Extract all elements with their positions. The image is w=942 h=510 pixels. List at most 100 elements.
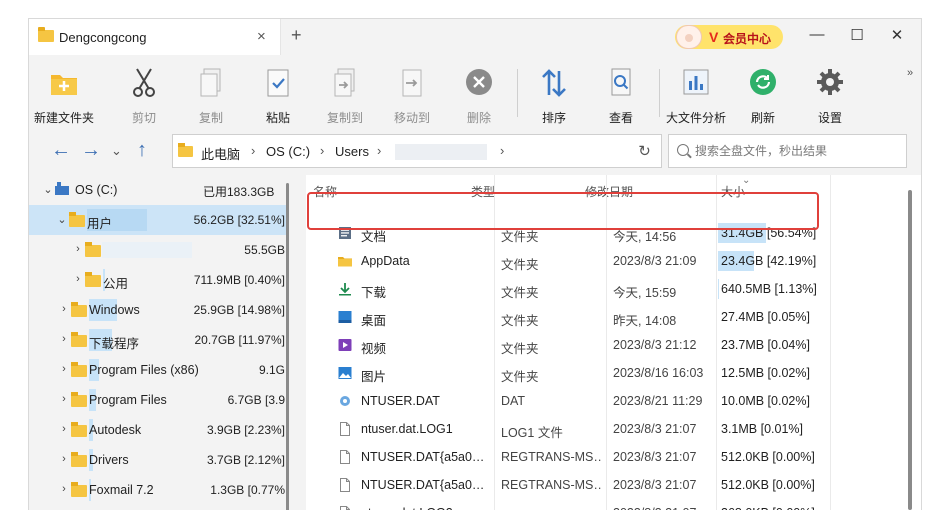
back-arrow-icon[interactable]: ← — [51, 139, 71, 162]
tree-scrollbar[interactable] — [286, 183, 289, 510]
settings-button[interactable]: 设置 — [797, 67, 863, 125]
tree-item[interactable]: › Foxmail 7.2 1.3GB [0.77% — [29, 475, 289, 505]
minimize-button[interactable]: — — [807, 26, 827, 43]
breadcrumb-this-pc[interactable]: 此电脑 — [201, 144, 240, 163]
table-row[interactable]: NTUSER.DAT{a5a0… REGTRANS-MS… 2023/8/3 21:… — [306, 471, 906, 499]
tree-item[interactable]: › Autodesk 3.9GB [2.23%] — [29, 415, 289, 445]
paste-button[interactable]: 粘贴 — [245, 67, 311, 125]
table-row[interactable]: 下载 文件夹 今天, 15:59 640.5MB [1.13%] — [306, 275, 906, 303]
tree-item-label: 下载程序 — [89, 337, 140, 351]
table-row[interactable]: 视频 文件夹 2023/8/3 21:12 23.7MB [0.04%] — [306, 331, 906, 359]
breadcrumb-user-redacted[interactable] — [395, 144, 487, 160]
tree-item-size: 25.9GB [14.98%] — [193, 303, 285, 317]
tree-item-label: OS (C:) — [75, 183, 118, 197]
tab-close-button[interactable]: × — [257, 28, 266, 45]
tree-item-label: Autodesk — [89, 423, 142, 437]
folder-icon — [71, 362, 87, 377]
chevron-right-icon[interactable]: › — [59, 423, 69, 435]
chevron-down-icon[interactable]: ⌄ — [111, 143, 122, 159]
new-folder-button[interactable]: 新建文件夹 — [31, 67, 97, 125]
tree-item[interactable]: › Drivers 3.7GB [2.12%] — [29, 445, 289, 475]
toolbar-label: 刷新 — [750, 111, 775, 125]
file-type: 文件夹 — [501, 258, 539, 272]
chevron-right-icon[interactable]: › — [59, 333, 69, 345]
move-to-button[interactable]: 移动到 — [379, 67, 445, 125]
breadcrumb-users[interactable]: Users — [335, 144, 369, 159]
refresh-icon — [750, 69, 776, 95]
search-input[interactable] — [695, 142, 900, 160]
table-row[interactable]: NTUSER.DAT DAT 2023/8/21 11:29 10.0MB [0.02… — [306, 387, 906, 415]
breadcrumb-separator[interactable]: › — [251, 143, 255, 158]
tab-dengcongcong[interactable]: Dengcongcong × — [29, 19, 281, 55]
chevron-right-icon[interactable]: › — [59, 393, 69, 405]
close-window-button[interactable]: ✕ — [887, 26, 907, 44]
table-row[interactable]: AppData 文件夹 2023/8/3 21:09 23.4GB [42.19%] — [306, 247, 906, 275]
tree-item[interactable]: › 公用 711.9MB [0.40%] — [29, 265, 289, 295]
cut-button[interactable]: 剪切 — [111, 67, 177, 125]
vip-center-button[interactable]: V 会员中心 — [675, 25, 783, 49]
table-row[interactable]: ntuser.dat.LOG2 LOG2 文件 2023/8/3 21:07 368.… — [306, 499, 906, 510]
tree-item[interactable]: › Windows 25.9GB [14.98%] — [29, 295, 289, 325]
delete-button[interactable]: 删除 — [446, 67, 512, 125]
chevron-right-icon[interactable]: › — [59, 363, 69, 375]
forward-arrow-icon[interactable]: → — [81, 139, 101, 162]
file-type: 文件夹 — [501, 342, 539, 356]
file-size: 10.0MB [0.02%] — [721, 394, 810, 408]
tree-item[interactable]: ⌄ 用户 56.2GB [32.51%] — [29, 205, 289, 235]
copy-to-button[interactable]: 复制到 — [312, 67, 378, 125]
breadcrumb-separator[interactable]: › — [500, 143, 504, 158]
chevron-right-icon[interactable]: › — [59, 483, 69, 495]
toolbar-separator — [659, 69, 660, 117]
tree-item[interactable]: › 55.5GB — [29, 235, 289, 265]
chevron-down-icon[interactable]: ⌄ — [43, 183, 53, 196]
tree-drive-c[interactable]: ⌄ OS (C:) 已用183.3GB — [29, 175, 289, 205]
up-arrow-icon[interactable]: ↑ — [137, 139, 147, 162]
table-row[interactable]: 图片 文件夹 2023/8/16 16:03 12.5MB [0.02%] — [306, 359, 906, 387]
chevron-right-icon[interactable]: › — [59, 453, 69, 465]
tree-item-size: 已用183.3GB — [203, 185, 275, 197]
sort-button[interactable]: 排序 — [521, 67, 587, 125]
tree-item-size: 20.7GB [11.97%] — [194, 333, 285, 347]
breadcrumb-os-c[interactable]: OS (C:) — [266, 144, 310, 159]
tree-item-size: 9.1G — [258, 363, 285, 377]
tab-title: Dengcongcong — [59, 30, 147, 45]
tree-item[interactable]: › 下载程序 20.7GB [11.97%] — [29, 325, 289, 355]
table-row[interactable]: 桌面 文件夹 昨天, 14:08 27.4MB [0.05%] — [306, 303, 906, 331]
copy-to-icon — [334, 68, 355, 97]
view-button[interactable]: 查看 — [588, 67, 654, 125]
chevron-down-icon: ⌄ — [742, 175, 751, 186]
explorer-window: Dengcongcong × + V 会员中心 — ☐ ✕ 新建文件夹 剪切 复… — [28, 18, 922, 510]
breadcrumb-separator[interactable]: › — [320, 143, 324, 158]
refresh-button[interactable]: 刷新 — [730, 67, 796, 125]
paste-icon — [267, 69, 289, 97]
folder-icon — [178, 143, 193, 157]
maximize-button[interactable]: ☐ — [847, 26, 867, 44]
address-bar[interactable]: 此电脑 › OS (C:) › Users › › — [172, 134, 662, 168]
breadcrumb-separator[interactable]: › — [377, 143, 381, 158]
file-date: 今天, 15:59 — [613, 286, 677, 300]
copy-icon — [200, 68, 221, 97]
folder-icon — [85, 272, 101, 287]
search-icon — [677, 144, 689, 156]
tree-item[interactable]: › Program Files (x86) 9.1G — [29, 355, 289, 385]
table-row[interactable]: NTUSER.DAT{a5a0… REGTRANS-MS… 2023/8/3 21:… — [306, 443, 906, 471]
chevron-down-icon[interactable]: ⌄ — [57, 213, 67, 226]
copy-button[interactable]: 复制 — [178, 67, 244, 125]
tree-item[interactable]: › Program Files 6.7GB [3.9 — [29, 385, 289, 415]
new-folder-icon — [51, 75, 77, 95]
toolbar-label: 粘贴 — [265, 111, 290, 125]
search-box[interactable] — [668, 134, 907, 168]
toolbar-more-button[interactable]: » — [907, 67, 913, 79]
tree-item-label: Program Files — [89, 393, 167, 407]
address-refresh-button[interactable]: ↻ — [628, 134, 662, 168]
tree-item-size: 6.7GB [3.9 — [227, 393, 285, 407]
list-scrollbar[interactable] — [908, 190, 912, 510]
new-tab-button[interactable]: + — [291, 25, 302, 46]
folder-icon — [71, 392, 87, 407]
gear-icon — [817, 69, 843, 95]
chevron-right-icon[interactable]: › — [73, 273, 83, 285]
table-row[interactable]: ntuser.dat.LOG1 LOG1 文件 2023/8/3 21:07 3.1M… — [306, 415, 906, 443]
chevron-right-icon[interactable]: › — [73, 243, 83, 255]
chevron-right-icon[interactable]: › — [59, 303, 69, 315]
large-file-analysis-button[interactable]: 大文件分析 — [663, 67, 729, 125]
